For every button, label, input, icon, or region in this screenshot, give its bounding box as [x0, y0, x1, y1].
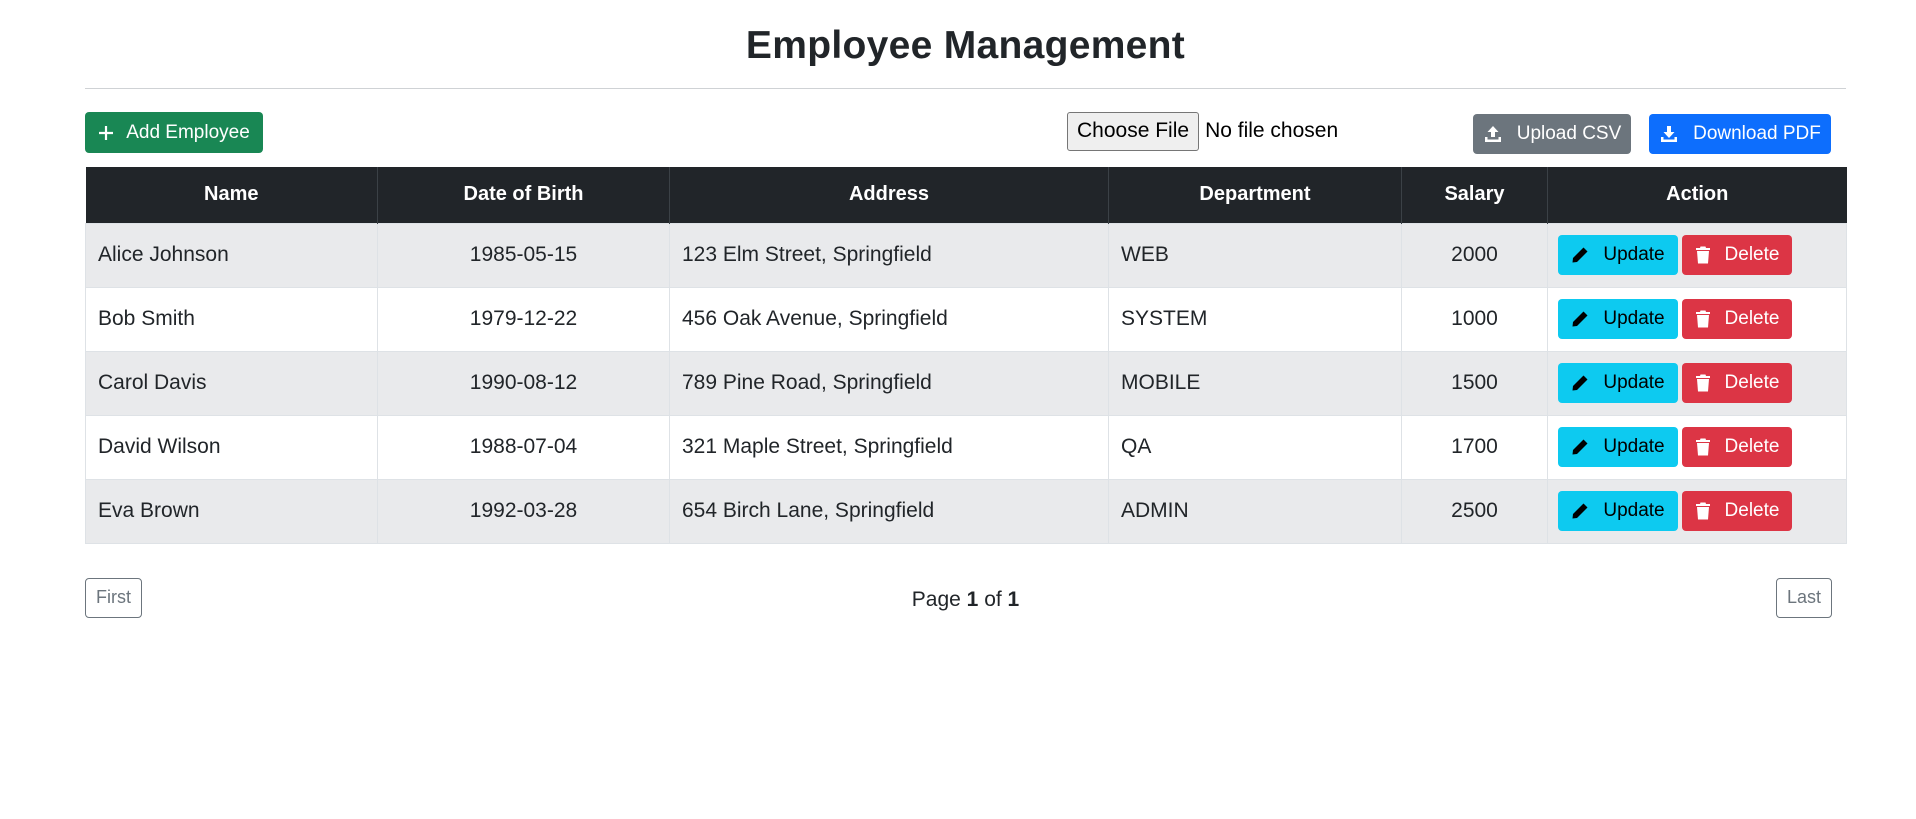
cell-dob: 1990-08-12: [377, 350, 670, 416]
cell-department: QA: [1108, 414, 1402, 480]
trash-icon: [1695, 310, 1710, 328]
current-page: 1: [966, 587, 979, 611]
page-title: Employee Management: [85, 0, 1846, 89]
trash-icon: [1695, 246, 1710, 264]
pencil-icon: [1572, 247, 1588, 263]
cell-action: Update Delete: [1547, 414, 1847, 480]
cell-name: David Wilson: [85, 414, 378, 480]
update-label: Update: [1603, 436, 1665, 457]
table-row: Eva Brown 1992-03-28 654 Birch Lane, Sprin…: [85, 478, 1847, 544]
update-button[interactable]: Update: [1558, 363, 1678, 403]
update-label: Update: [1603, 308, 1665, 329]
cell-dob: 1988-07-04: [377, 414, 670, 480]
pagination: First Page 1 of 1 Last: [85, 544, 1846, 654]
column-header-address: Address: [669, 167, 1109, 223]
upload-icon: [1484, 126, 1501, 142]
cell-address: 321 Maple Street, Springfield: [669, 414, 1109, 480]
table-row: Bob Smith 1979-12-22 456 Oak Avenue, Sprin…: [85, 286, 1847, 352]
delete-label: Delete: [1724, 308, 1780, 329]
page-indicator: Page 1 of 1: [85, 588, 1846, 612]
of-word: of: [984, 587, 1002, 611]
cell-name: Carol Davis: [85, 350, 378, 416]
column-header-name: Name: [85, 167, 378, 223]
total-pages: 1: [1007, 587, 1020, 611]
delete-label: Delete: [1724, 500, 1780, 521]
toolbar: Add Employee Choose File No file chosen …: [85, 89, 1846, 167]
last-page-button[interactable]: Last: [1775, 577, 1832, 618]
update-label: Update: [1603, 372, 1665, 393]
column-header-salary: Salary: [1401, 167, 1548, 223]
table-row: David Wilson 1988-07-04 321 Maple Street, …: [85, 414, 1847, 480]
download-pdf-label: Download PDF: [1693, 123, 1821, 144]
cell-action: Update Delete: [1547, 286, 1847, 352]
cell-department: WEB: [1108, 222, 1402, 288]
cell-dob: 1985-05-15: [377, 222, 670, 288]
pencil-icon: [1572, 439, 1588, 455]
cell-salary: 1700: [1401, 414, 1548, 480]
cell-salary: 2500: [1401, 478, 1548, 544]
column-header-action: Action: [1547, 167, 1847, 223]
employee-table: Name Date of Birth Address Department Sa…: [85, 167, 1847, 544]
add-employee-button[interactable]: Add Employee: [85, 112, 263, 153]
trash-icon: [1695, 502, 1710, 520]
cell-name: Alice Johnson: [85, 222, 378, 288]
cell-action: Update Delete: [1547, 222, 1847, 288]
upload-csv-button[interactable]: Upload CSV: [1473, 114, 1631, 154]
pencil-icon: [1572, 503, 1588, 519]
cell-name: Eva Brown: [85, 478, 378, 544]
pencil-icon: [1572, 311, 1588, 327]
cell-action: Update Delete: [1547, 478, 1847, 544]
add-employee-label: Add Employee: [126, 121, 250, 143]
upload-csv-label: Upload CSV: [1516, 123, 1622, 144]
delete-button[interactable]: Delete: [1682, 235, 1792, 275]
cell-salary: 2000: [1401, 222, 1548, 288]
cell-department: MOBILE: [1108, 350, 1402, 416]
cell-department: SYSTEM: [1108, 286, 1402, 352]
update-button[interactable]: Update: [1558, 235, 1678, 275]
delete-button[interactable]: Delete: [1682, 491, 1792, 531]
choose-file-button[interactable]: Choose File: [1067, 111, 1200, 151]
delete-label: Delete: [1724, 372, 1780, 393]
update-label: Update: [1603, 500, 1665, 521]
pencil-icon: [1572, 375, 1588, 391]
cell-address: 123 Elm Street, Springfield: [669, 222, 1109, 288]
cell-address: 456 Oak Avenue, Springfield: [669, 286, 1109, 352]
table-body: Alice Johnson 1985-05-15 123 Elm Street, S…: [85, 222, 1847, 544]
download-pdf-button[interactable]: Download PDF: [1649, 114, 1831, 154]
cell-department: ADMIN: [1108, 478, 1402, 544]
file-status: No file chosen: [1205, 119, 1339, 142]
delete-button[interactable]: Delete: [1682, 363, 1792, 403]
update-button[interactable]: Update: [1558, 491, 1678, 531]
cell-dob: 1979-12-22: [377, 286, 670, 352]
update-label: Update: [1603, 244, 1665, 265]
cell-salary: 1000: [1401, 286, 1548, 352]
cell-salary: 1500: [1401, 350, 1548, 416]
table-row: Alice Johnson 1985-05-15 123 Elm Street, S…: [85, 222, 1847, 288]
cell-address: 654 Birch Lane, Springfield: [669, 478, 1109, 544]
cell-address: 789 Pine Road, Springfield: [669, 350, 1109, 416]
delete-button[interactable]: Delete: [1682, 299, 1792, 339]
table-row: Carol Davis 1990-08-12 789 Pine Road, Spri…: [85, 350, 1847, 416]
cell-action: Update Delete: [1547, 350, 1847, 416]
main-container: Employee Management Add Employee Choose …: [85, 0, 1847, 654]
plus-icon: [99, 125, 114, 140]
trash-icon: [1695, 374, 1710, 392]
page-word: Page: [911, 587, 961, 611]
delete-label: Delete: [1724, 436, 1780, 457]
column-header-department: Department: [1108, 167, 1402, 223]
delete-label: Delete: [1724, 244, 1780, 265]
trash-icon: [1695, 438, 1710, 456]
cell-dob: 1992-03-28: [377, 478, 670, 544]
update-button[interactable]: Update: [1558, 427, 1678, 467]
table-header-row: Name Date of Birth Address Department Sa…: [85, 167, 1847, 223]
column-header-dob: Date of Birth: [377, 167, 670, 223]
download-icon: [1661, 126, 1678, 142]
update-button[interactable]: Update: [1558, 299, 1678, 339]
delete-button[interactable]: Delete: [1682, 427, 1792, 467]
file-input: Choose File No file chosen: [1067, 111, 1338, 151]
cell-name: Bob Smith: [85, 286, 378, 352]
